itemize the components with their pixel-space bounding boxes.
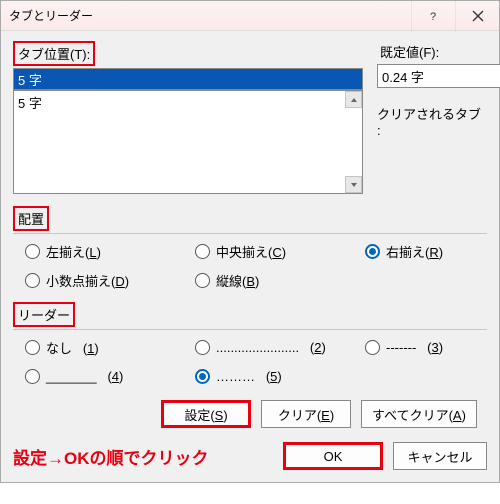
- svg-text:?: ?: [430, 11, 436, 22]
- cleared-tabs-label: クリアされるタブ :: [377, 104, 487, 138]
- clear-all-button[interactable]: すべてクリア(A): [361, 400, 477, 428]
- titlebar: タブとリーダー ?: [1, 1, 499, 31]
- tab-position-list[interactable]: 5 字: [13, 90, 363, 194]
- align-radio-right[interactable]: 右揃え(R): [365, 242, 487, 261]
- leader-radio-2[interactable]: ....................... (2): [195, 338, 365, 357]
- clear-button[interactable]: クリア(E): [261, 400, 351, 428]
- cancel-button[interactable]: キャンセル: [393, 442, 487, 470]
- ok-button[interactable]: OK: [283, 442, 383, 470]
- help-button[interactable]: ?: [411, 1, 455, 31]
- align-radio-decimal[interactable]: 小数点揃え(D): [25, 271, 195, 290]
- scroll-down-button[interactable]: [345, 176, 362, 193]
- leader-group: なし (1)....................... (2)-------…: [13, 338, 487, 384]
- set-button[interactable]: 設定(S): [161, 400, 251, 428]
- default-input[interactable]: [377, 64, 500, 88]
- leader-radio-5[interactable]: ……… (5): [195, 369, 365, 384]
- dialog-title: タブとリーダー: [1, 7, 411, 24]
- tabs-dialog: タブとリーダー ? タブ位置(T): 5 字: [0, 0, 500, 483]
- list-item[interactable]: 5 字: [18, 93, 358, 112]
- tab-position-input[interactable]: [13, 68, 363, 90]
- leader-heading: リーダー: [13, 302, 75, 327]
- leader-radio-4[interactable]: _______ (4): [25, 369, 195, 384]
- alignment-group: 左揃え(L)中央揃え(C)右揃え(R) 小数点揃え(D)縦線(B): [13, 242, 487, 290]
- separator: [13, 329, 487, 330]
- alignment-heading: 配置: [13, 206, 49, 231]
- annotation-text: 設定→OKの順でクリック: [13, 444, 273, 469]
- default-label: 既定値(F):: [377, 41, 442, 62]
- align-radio-left[interactable]: 左揃え(L): [25, 242, 195, 261]
- scroll-up-button[interactable]: [345, 91, 362, 108]
- leader-radio-1[interactable]: なし (1): [25, 338, 195, 357]
- default-spinner[interactable]: [377, 64, 487, 88]
- close-icon[interactable]: [455, 1, 499, 31]
- leader-radio-3[interactable]: ------- (3): [365, 338, 487, 357]
- separator: [13, 233, 487, 234]
- align-radio-center[interactable]: 中央揃え(C): [195, 242, 365, 261]
- dialog-body: タブ位置(T): 5 字 既定値(F):: [1, 31, 499, 482]
- tab-position-label: タブ位置(T):: [13, 41, 95, 66]
- align-radio-bar[interactable]: 縦線(B): [195, 271, 365, 290]
